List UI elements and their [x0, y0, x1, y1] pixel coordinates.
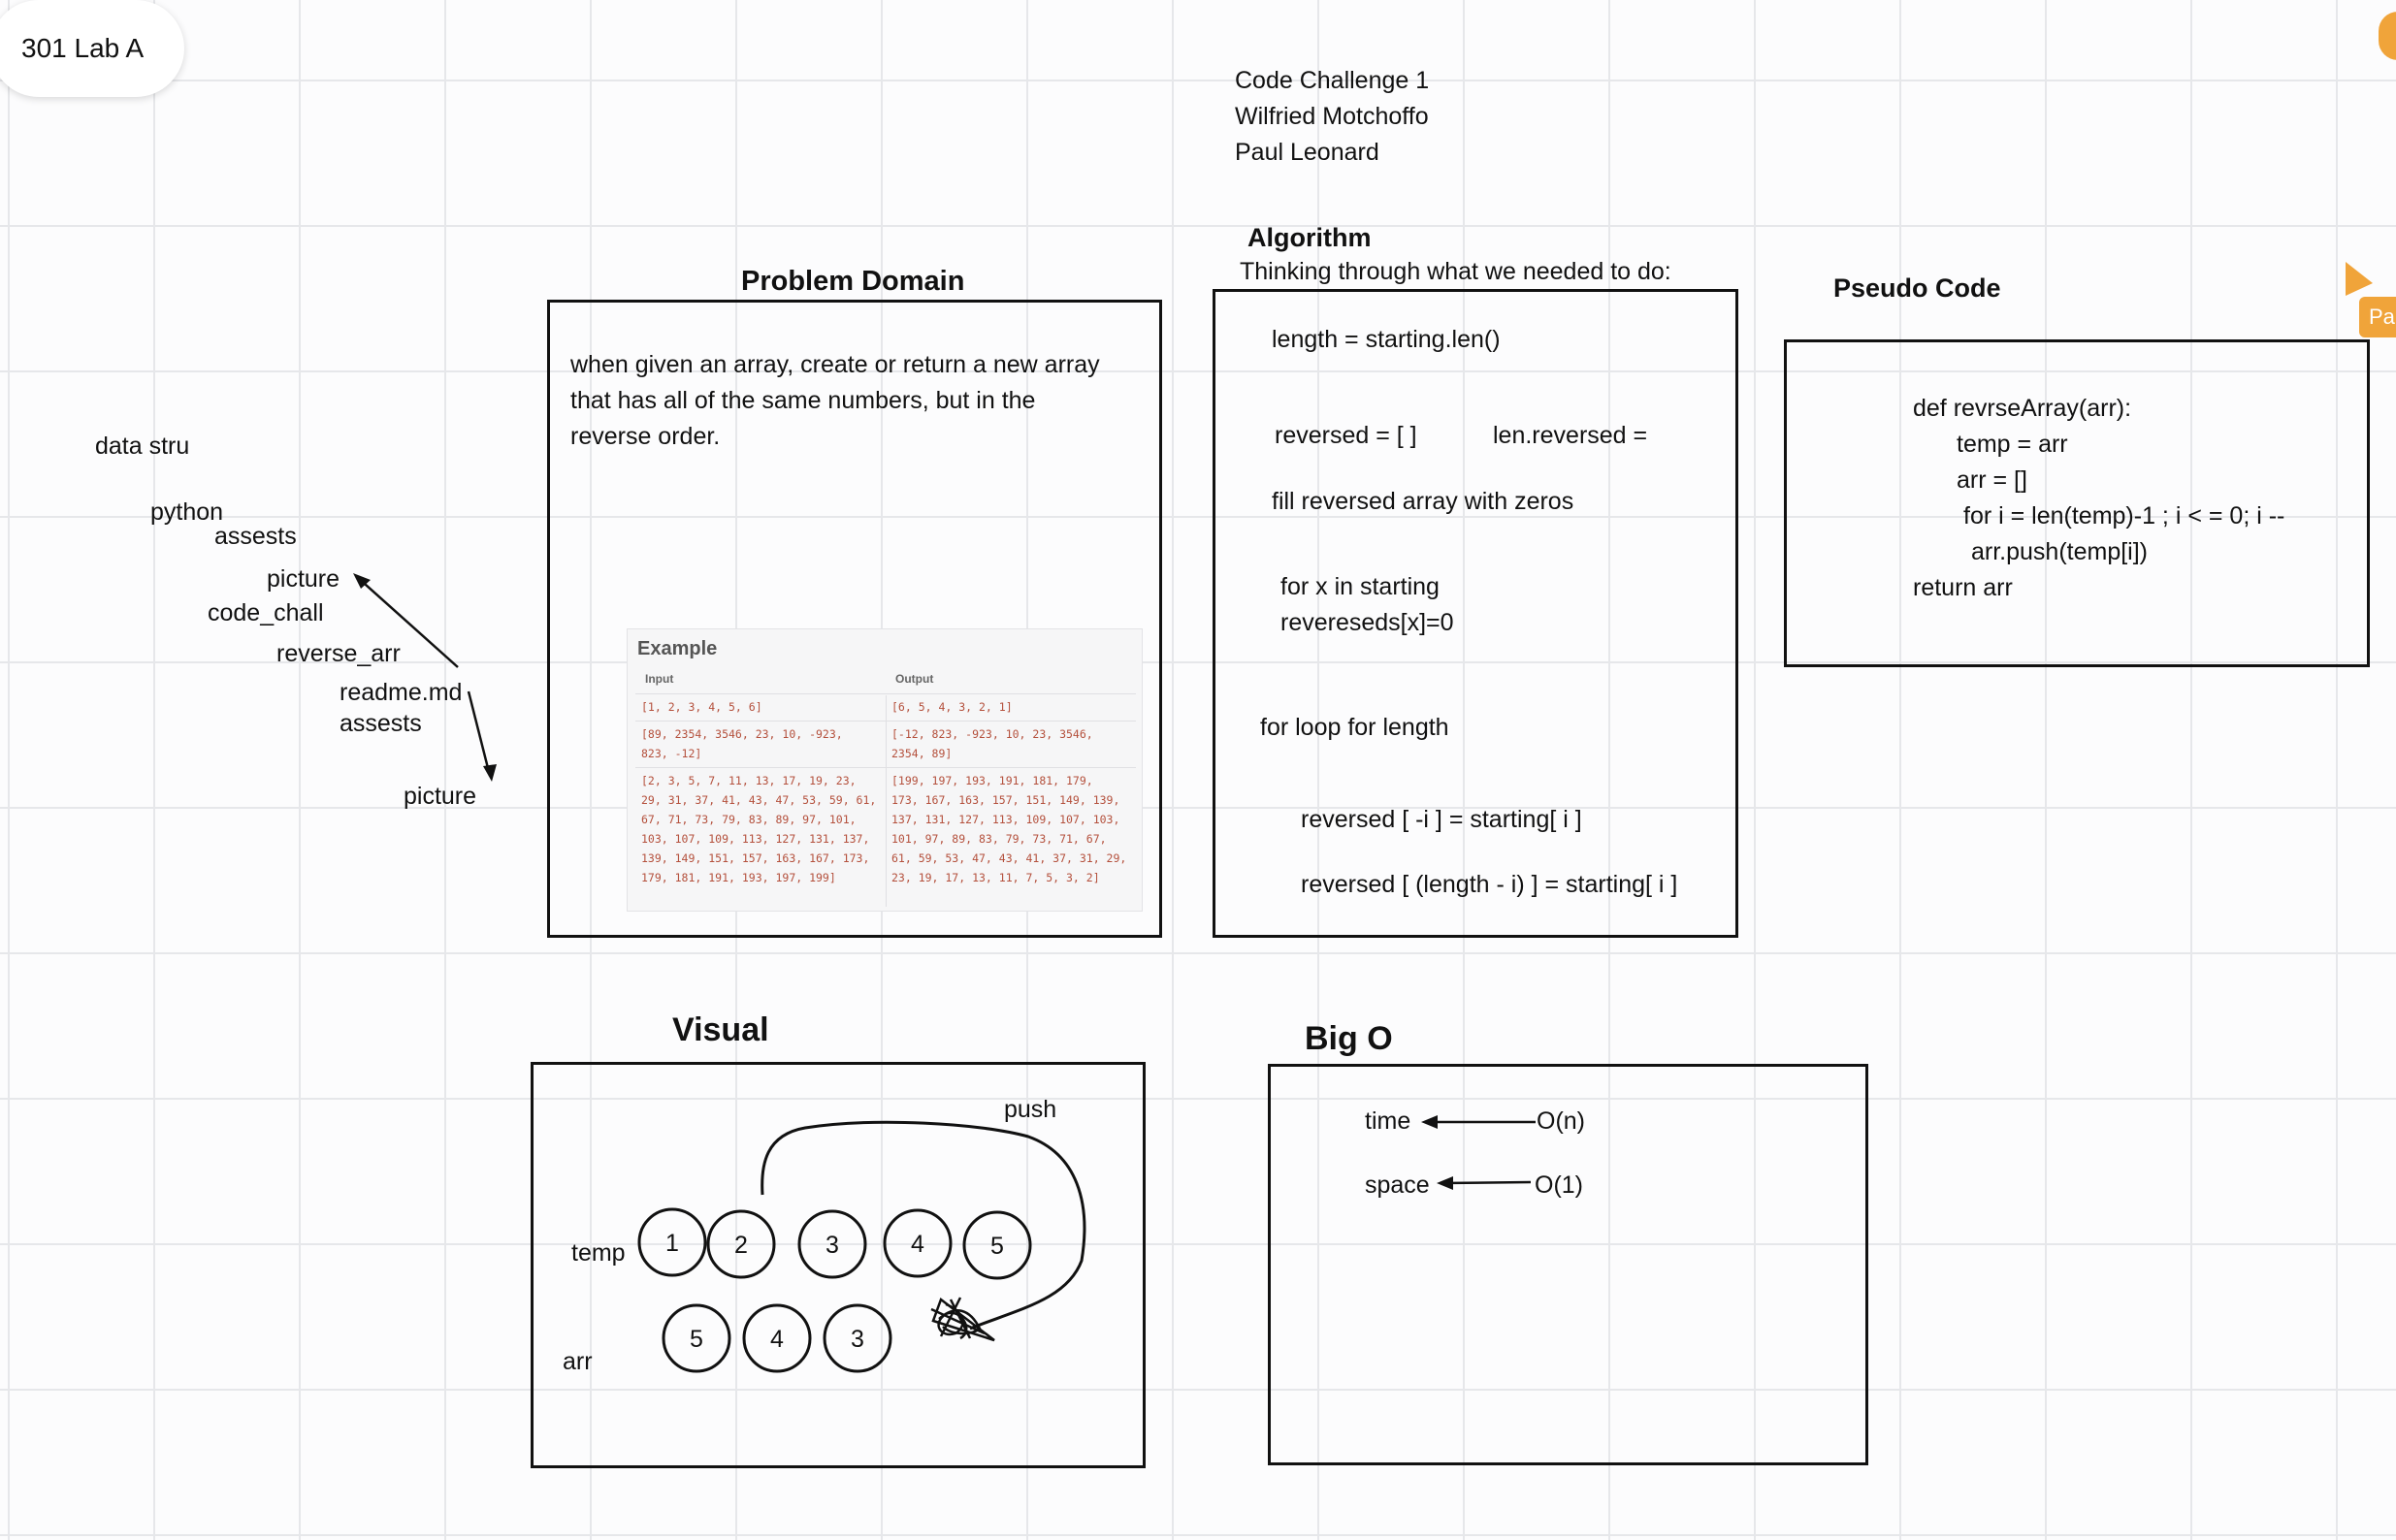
space-arrow [1441, 1180, 1532, 1185]
bigo-arrows [1421, 1115, 1536, 1190]
